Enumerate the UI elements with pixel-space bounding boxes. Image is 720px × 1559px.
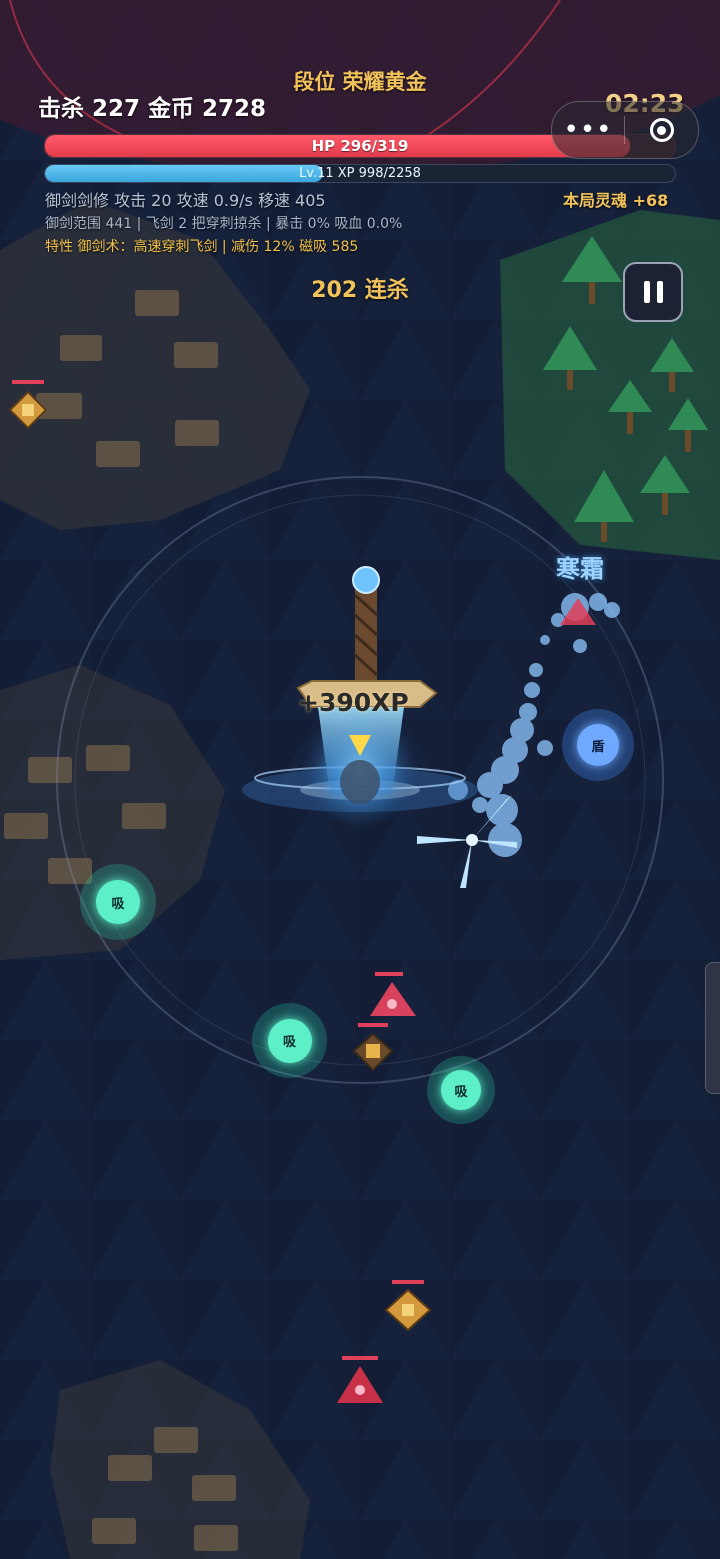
stats-line-2: 御剑范围 441 | 飞剑 2 把穿刺掠杀 | 暴击 0% 吸血 0.0% xyxy=(45,216,403,232)
more-icon: ••• xyxy=(563,115,613,145)
magnet-pickup-label: 吸 xyxy=(96,880,140,924)
shield-pickup: 盾 xyxy=(562,709,634,781)
target-circle-icon xyxy=(649,118,674,142)
magnet-pickup: 吸 xyxy=(80,864,156,940)
more-button[interactable]: ••• xyxy=(552,102,624,158)
magnet-pickup: 吸 xyxy=(427,1056,495,1124)
combo-counter: 202 连杀 xyxy=(311,278,409,303)
xp-label: Lv.11 XP 998/2258 xyxy=(299,166,421,181)
pause-icon xyxy=(643,281,650,303)
stats-line-3: 特性 御剑术：高速穿刺飞剑 | 减伤 12% 磁吸 585 xyxy=(45,239,359,255)
magnet-pickup-label: 吸 xyxy=(441,1070,481,1110)
pause-button[interactable] xyxy=(623,262,683,322)
side-drawer-handle[interactable] xyxy=(705,962,720,1094)
soul-counter: 本局灵魂 +68 xyxy=(563,191,669,210)
frost-effect-label: 寒霜 xyxy=(556,555,604,583)
magnet-pickup-label: 吸 xyxy=(267,1018,312,1063)
stats-line-1: 御剑剑修 攻击 20 攻速 0.9/s 移速 405 xyxy=(45,191,326,210)
magnet-pickup: 吸 xyxy=(252,1003,327,1078)
xp-bar: Lv.11 XP 998/2258 xyxy=(44,164,676,183)
menu-capsule: ••• xyxy=(551,101,699,159)
shield-pickup-label: 盾 xyxy=(577,724,619,766)
xp-popup: +390XP xyxy=(298,688,409,717)
game-field xyxy=(0,0,720,1559)
close-button[interactable] xyxy=(625,102,698,158)
kills-gold-counter: 击杀 227 金币 2728 xyxy=(38,96,267,122)
